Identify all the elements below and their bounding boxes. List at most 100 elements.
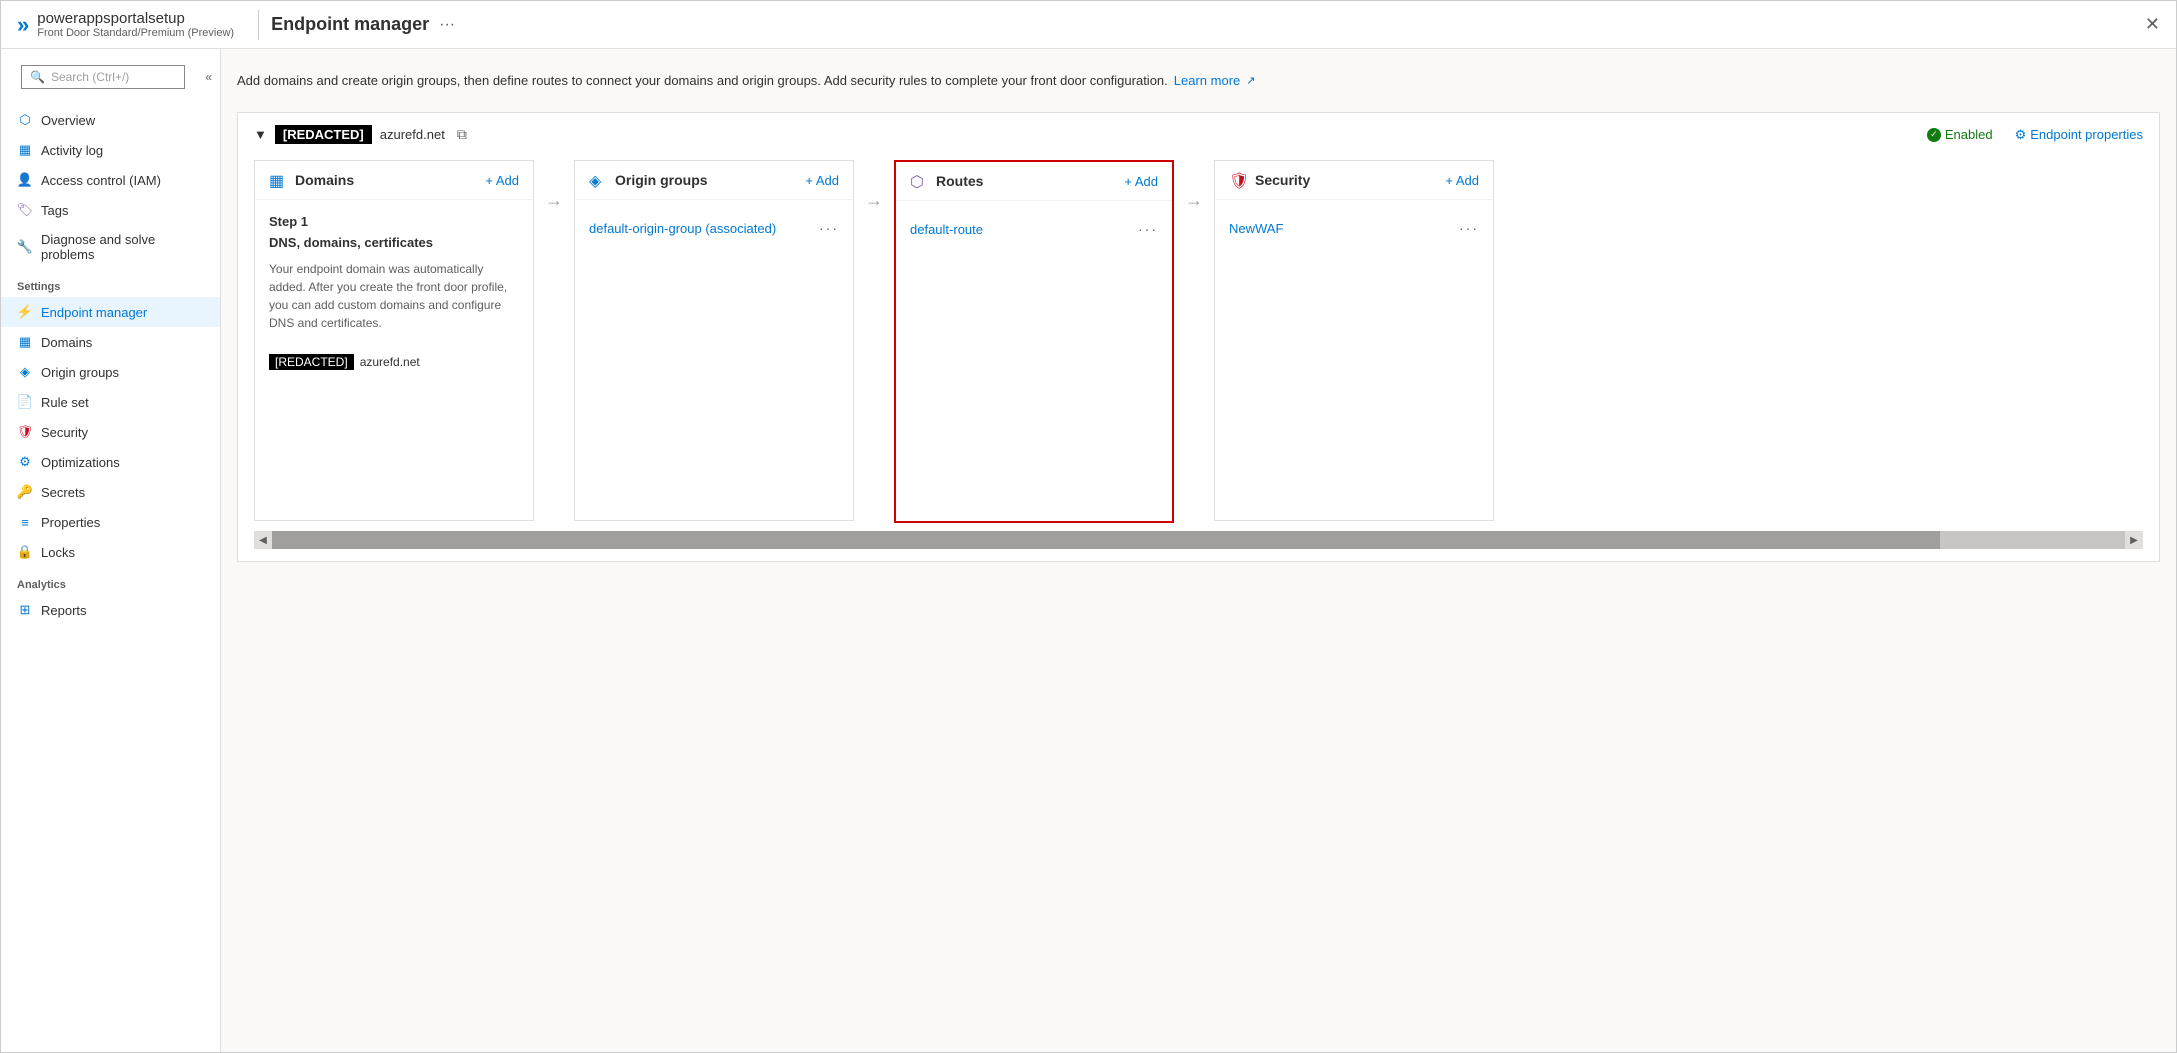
header-app-info: powerappsportalsetup Front Door Standard… — [37, 10, 234, 39]
properties-sliders-icon: ⚙ — [2015, 127, 2027, 143]
sidebar-item-tags[interactable]: 🏷 Tags — [1, 195, 220, 225]
domains-step-desc: DNS, domains, certificates — [269, 235, 519, 250]
header-app-name: powerappsportalsetup — [37, 10, 234, 27]
origin-group-list-item: default-origin-group (associated) ··· — [589, 214, 839, 242]
locks-icon: 🔒 — [17, 544, 33, 560]
route-list-item: default-route ··· — [910, 215, 1158, 243]
learn-more-link[interactable]: Learn more — [1174, 73, 1240, 88]
origin-groups-card-body: default-origin-group (associated) ··· — [575, 200, 853, 520]
search-input[interactable] — [51, 70, 176, 84]
origin-group-name[interactable]: default-origin-group (associated) — [589, 221, 776, 236]
origin-groups-card: ◈ Origin groups + Add default-origin-gro… — [574, 160, 854, 521]
collapse-endpoint-button[interactable]: ▼ — [254, 127, 267, 142]
scroll-right-button[interactable]: ▶ — [2125, 531, 2143, 549]
sidebar-item-access-control[interactable]: 👤 Access control (IAM) — [1, 165, 220, 195]
endpoint-properties-text: Endpoint properties — [2030, 127, 2143, 142]
scroll-thumb[interactable] — [272, 531, 1940, 549]
sidebar-item-label: Locks — [41, 545, 75, 560]
rule-set-icon: 📄 — [17, 394, 33, 410]
sidebar-item-domains[interactable]: ▦ Domains — [1, 327, 220, 357]
info-text: Add domains and create origin groups, th… — [237, 73, 1168, 88]
sidebar-item-security[interactable]: 🛡 Security — [1, 417, 220, 447]
security-card-header: 🛡 Security + Add — [1215, 161, 1493, 200]
sidebar-item-label: Diagnose and solve problems — [41, 232, 204, 262]
sidebar-item-optimizations[interactable]: ⚙ Optimizations — [1, 447, 220, 477]
horizontal-scrollbar[interactable]: ◀ ▶ — [254, 531, 2143, 549]
endpoint-status: Enabled ⚙ Endpoint properties — [1927, 127, 2143, 143]
scroll-left-button[interactable]: ◀ — [254, 531, 272, 549]
header-more-button[interactable]: ··· — [439, 16, 455, 34]
origin-groups-card-title: Origin groups — [615, 172, 797, 188]
search-row: 🔍 « — [1, 57, 220, 97]
endpoint-name-block: [REDACTED] azurefd.net ⧉ — [275, 125, 467, 144]
sidebar-item-label: Rule set — [41, 395, 89, 410]
close-button[interactable]: ✕ — [2145, 14, 2160, 35]
origin-groups-card-header: ◈ Origin groups + Add — [575, 161, 853, 200]
domains-card-header: ▦ Domains + Add — [255, 161, 533, 200]
sidebar-item-label: Security — [41, 425, 88, 440]
tags-icon: 🏷 — [17, 202, 33, 218]
sidebar-item-properties[interactable]: ≡ Properties — [1, 507, 220, 537]
security-list-item: NewWAF ··· — [1229, 214, 1479, 242]
scroll-track[interactable] — [272, 531, 2125, 549]
security-card: 🛡 Security + Add NewWAF ··· — [1214, 160, 1494, 521]
analytics-section-label: Analytics — [1, 567, 220, 595]
properties-icon: ≡ — [17, 514, 33, 530]
secrets-icon: 🔑 — [17, 484, 33, 500]
logo-icon: » — [17, 12, 29, 38]
main-content: Add domains and create origin groups, th… — [221, 49, 2176, 1052]
sidebar-item-reports[interactable]: ⊞ Reports — [1, 595, 220, 625]
sidebar-item-locks[interactable]: 🔒 Locks — [1, 537, 220, 567]
search-icon: 🔍 — [30, 70, 45, 84]
copy-endpoint-button[interactable]: ⧉ — [457, 126, 467, 143]
route-more-button[interactable]: ··· — [1138, 221, 1158, 237]
sidebar-item-label: Optimizations — [41, 455, 120, 470]
origin-group-more-button[interactable]: ··· — [819, 220, 839, 236]
sidebar-item-label: Origin groups — [41, 365, 119, 380]
endpoint-properties-link[interactable]: ⚙ Endpoint properties — [2015, 127, 2143, 143]
status-dot-icon — [1927, 128, 1941, 142]
sidebar-item-diagnose[interactable]: 🔧 Diagnose and solve problems — [1, 225, 220, 269]
cards-grid: ▦ Domains + Add Step 1 DNS, domains, cer… — [254, 160, 2143, 523]
search-box[interactable]: 🔍 — [21, 65, 185, 89]
sidebar-item-activity-log[interactable]: ▦ Activity log — [1, 135, 220, 165]
domains-card-body: Step 1 DNS, domains, certificates Your e… — [255, 200, 533, 520]
sidebar-item-origin-groups[interactable]: ◈ Origin groups — [1, 357, 220, 387]
endpoint-manager-icon: ⚡ — [17, 304, 33, 320]
domains-step-label: Step 1 — [269, 214, 519, 229]
domains-add-button[interactable]: + Add — [485, 173, 519, 188]
routes-card-icon: ⬡ — [910, 172, 928, 190]
sidebar-item-label: Secrets — [41, 485, 85, 500]
sidebar-collapse-button[interactable]: « — [205, 70, 212, 84]
origin-groups-icon: ◈ — [17, 364, 33, 380]
arrow-1: → — [534, 160, 574, 211]
iam-icon: 👤 — [17, 172, 33, 188]
domains-icon: ▦ — [17, 334, 33, 350]
header-resource-type: Endpoint manager — [271, 14, 429, 35]
endpoint-suffix: azurefd.net — [380, 127, 445, 142]
endpoint-panel: ▼ [REDACTED] azurefd.net ⧉ Enabled ⚙ — [237, 112, 2160, 562]
endpoint-header: ▼ [REDACTED] azurefd.net ⧉ Enabled ⚙ — [254, 125, 2143, 144]
external-link-icon: ↗ — [1246, 74, 1255, 87]
overview-icon: ⬡ — [17, 112, 33, 128]
header-divider — [258, 10, 259, 40]
app-container: » powerappsportalsetup Front Door Standa… — [0, 0, 2177, 1053]
sidebar-item-label: Domains — [41, 335, 92, 350]
sidebar-item-secrets[interactable]: 🔑 Secrets — [1, 477, 220, 507]
security-icon: 🛡 — [17, 424, 33, 440]
endpoint-name: [REDACTED] — [275, 125, 372, 144]
sidebar-item-label: Endpoint manager — [41, 305, 147, 320]
sidebar-item-rule-set[interactable]: 📄 Rule set — [1, 387, 220, 417]
security-policy-name[interactable]: NewWAF — [1229, 221, 1283, 236]
domain-list-item: [REDACTED] azurefd.net — [269, 348, 519, 376]
domains-description: Your endpoint domain was automatically a… — [269, 260, 519, 332]
sidebar-item-label: Properties — [41, 515, 100, 530]
security-card-icon: 🛡 — [1229, 171, 1247, 189]
route-name[interactable]: default-route — [910, 222, 983, 237]
origin-groups-add-button[interactable]: + Add — [805, 173, 839, 188]
security-add-button[interactable]: + Add — [1445, 173, 1479, 188]
security-more-button[interactable]: ··· — [1459, 220, 1479, 236]
sidebar-item-endpoint-manager[interactable]: ⚡ Endpoint manager — [1, 297, 220, 327]
routes-add-button[interactable]: + Add — [1124, 174, 1158, 189]
sidebar-item-overview[interactable]: ⬡ Overview — [1, 105, 220, 135]
